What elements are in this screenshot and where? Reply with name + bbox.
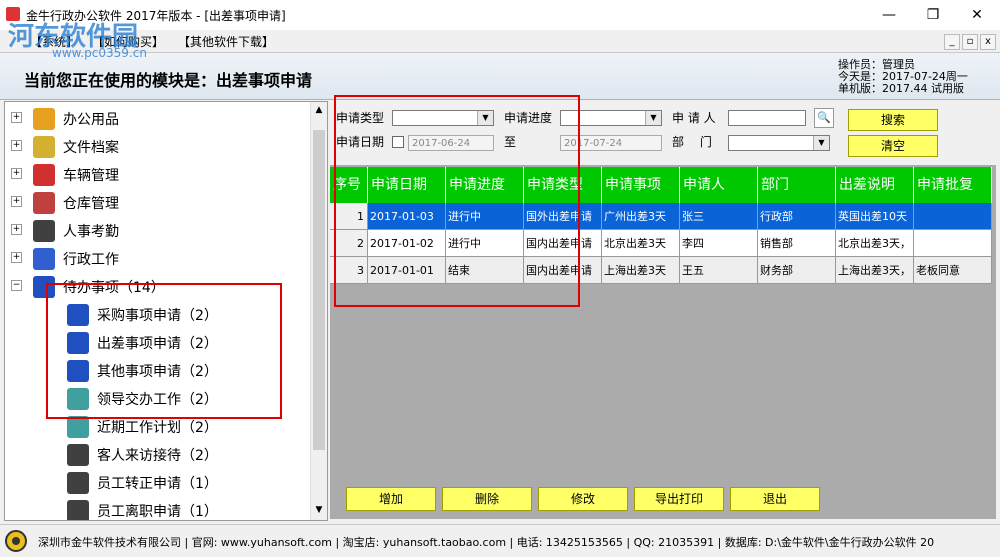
expand-icon[interactable]: +: [11, 112, 22, 123]
tree-item[interactable]: + 行政工作: [5, 246, 305, 272]
tree-item[interactable]: + 文件档案: [5, 134, 305, 160]
table-cell[interactable]: 上海出差3天，: [836, 257, 914, 284]
applicant-label: 申 请 人: [672, 111, 716, 125]
tree-item-label: 行政工作: [63, 252, 119, 268]
expand-icon[interactable]: +: [11, 252, 22, 263]
column-header[interactable]: 申请人: [680, 167, 758, 203]
tree-item-label: 员工离职申请（1）: [97, 504, 218, 520]
expand-icon[interactable]: +: [11, 224, 22, 235]
collapse-icon[interactable]: −: [11, 280, 22, 291]
person-icon: [67, 472, 89, 494]
module-header: 当前您正在使用的模块是：出差事项申请 操作员：管理员 今天是：2017-07-2…: [0, 52, 1000, 100]
tree-item[interactable]: 客人来访接待（2）: [5, 442, 305, 468]
tree-item[interactable]: + 仓库管理: [5, 190, 305, 216]
car-icon: [33, 164, 55, 186]
chevron-down-icon: ▼: [645, 111, 661, 125]
tree-item[interactable]: + 人事考勤: [5, 218, 305, 244]
scroll-thumb[interactable]: [313, 130, 325, 450]
tree-item-label: 仓库管理: [63, 196, 119, 212]
admin-work-icon: [33, 248, 55, 270]
search-icon[interactable]: 🔍: [814, 108, 834, 128]
table-cell[interactable]: [914, 230, 992, 257]
tree-item[interactable]: + 车辆管理: [5, 162, 305, 188]
module-label: 当前您正在使用的模块是：出差事项申请: [24, 71, 313, 90]
column-header[interactable]: 出差说明: [836, 167, 914, 203]
office-supplies-icon: [33, 108, 55, 130]
search-button[interactable]: 搜索: [848, 109, 938, 131]
edit-button[interactable]: 修改: [538, 487, 628, 511]
tree-item-label: 人事考勤: [63, 224, 119, 240]
dept-select[interactable]: ▼: [728, 135, 830, 151]
tree-item[interactable]: + 办公用品: [5, 106, 305, 132]
table-cell[interactable]: 老板同意: [914, 257, 992, 284]
person-icon: [33, 220, 55, 242]
mdi-close-button[interactable]: x: [980, 34, 996, 50]
operator-label: 操作员：管理员: [838, 58, 915, 71]
tree-item[interactable]: 员工转正申请（1）: [5, 470, 305, 496]
file-archive-icon: [33, 136, 55, 158]
add-button[interactable]: 增加: [346, 487, 436, 511]
table-cell[interactable]: 上海出差3天: [602, 257, 680, 284]
expand-icon[interactable]: +: [11, 196, 22, 207]
person-icon: [67, 500, 89, 520]
table-cell[interactable]: 行政部: [758, 203, 836, 230]
column-header[interactable]: 申请事项: [602, 167, 680, 203]
column-header[interactable]: 申请批复: [914, 167, 992, 203]
tree-item[interactable]: 员工离职申请（1）: [5, 498, 305, 520]
table-cell[interactable]: 北京出差3天: [602, 230, 680, 257]
table-cell[interactable]: 英国出差10天: [836, 203, 914, 230]
tree-item-label: 文件档案: [63, 140, 119, 156]
menu-bar: 【系统】 【如何购买】 【其他软件下载】 _ ▫ x: [0, 30, 1000, 52]
tree-scrollbar[interactable]: ▲ ▼: [310, 102, 327, 520]
person-icon: [67, 444, 89, 466]
table-cell[interactable]: 销售部: [758, 230, 836, 257]
title-bar: 金牛行政办公软件 2017年版本 - [出差事项申请] — ❐ ✕: [0, 0, 1000, 30]
applicant-input[interactable]: [728, 110, 806, 126]
tree-item-label: 客人来访接待（2）: [97, 448, 218, 464]
table-cell[interactable]: 广州出差3天: [602, 203, 680, 230]
expand-icon[interactable]: +: [11, 140, 22, 151]
status-text: 深圳市金牛软件技术有限公司 | 官网: www.yuhansoft.com | …: [38, 536, 935, 549]
scroll-down-icon[interactable]: ▼: [313, 504, 325, 516]
chevron-down-icon: ▼: [813, 136, 829, 150]
tree-item-label: 近期工作计划（2）: [97, 420, 218, 436]
maximize-button[interactable]: ❐: [918, 4, 948, 26]
status-bar: 深圳市金牛软件技术有限公司 | 官网: www.yuhansoft.com | …: [0, 524, 1000, 557]
watermark-url: www.pc0359.cn: [52, 46, 147, 60]
menu-other-software[interactable]: 【其他软件下载】: [178, 33, 274, 50]
exit-button[interactable]: 退出: [730, 487, 820, 511]
tree-item-label: 办公用品: [63, 112, 119, 128]
notebook-icon: [67, 416, 89, 438]
close-button[interactable]: ✕: [962, 4, 992, 26]
highlight-box-filter: [334, 95, 580, 307]
warehouse-icon: [33, 192, 55, 214]
dept-label: 部 门: [672, 135, 712, 149]
mdi-restore-button[interactable]: ▫: [962, 34, 978, 50]
mdi-minimize-button[interactable]: _: [944, 34, 960, 50]
minimize-button[interactable]: —: [874, 4, 904, 26]
delete-button[interactable]: 删除: [442, 487, 532, 511]
scroll-up-icon[interactable]: ▲: [313, 104, 325, 116]
expand-icon[interactable]: +: [11, 168, 22, 179]
export-print-button[interactable]: 导出打印: [634, 487, 724, 511]
table-cell[interactable]: [914, 203, 992, 230]
company-logo-icon: [5, 530, 27, 552]
highlight-box-tree: [46, 283, 282, 419]
clear-button[interactable]: 清空: [848, 135, 938, 157]
table-cell[interactable]: 张三: [680, 203, 758, 230]
table-cell[interactable]: 王五: [680, 257, 758, 284]
version-label: 单机版：2017.44 试用版: [838, 82, 964, 95]
table-cell[interactable]: 李四: [680, 230, 758, 257]
column-header[interactable]: 部门: [758, 167, 836, 203]
table-cell[interactable]: 北京出差3天，: [836, 230, 914, 257]
tree-item-label: 员工转正申请（1）: [97, 476, 218, 492]
tree-item-label: 车辆管理: [63, 168, 119, 184]
table-cell[interactable]: 财务部: [758, 257, 836, 284]
date-label: 今天是：2017-07-24周一: [838, 70, 968, 83]
